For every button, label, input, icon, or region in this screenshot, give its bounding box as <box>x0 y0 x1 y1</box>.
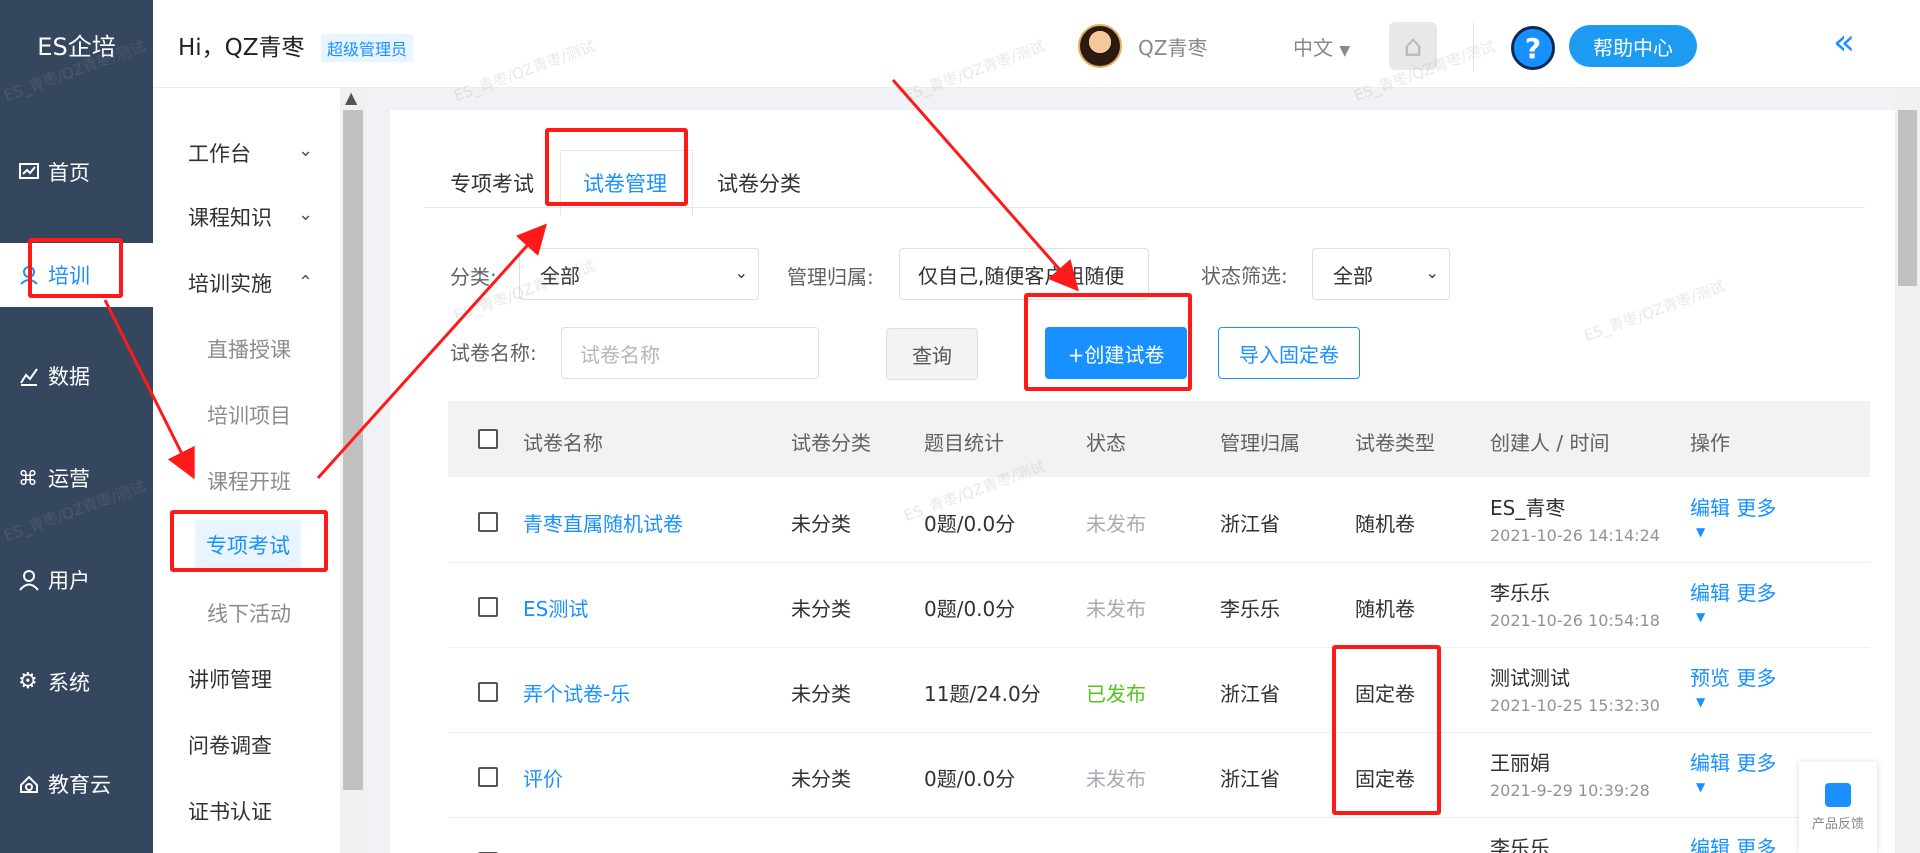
arrow-training-to-exam <box>103 299 195 480</box>
arrow-to-create <box>891 79 1079 292</box>
feedback-icon <box>1825 783 1851 807</box>
feedback-label: 产品反馈 <box>1811 817 1864 832</box>
feedback-widget[interactable]: 产品反馈 <box>1799 762 1877 853</box>
annotation-arrows <box>103 79 1079 480</box>
arrow-exam-to-tab <box>316 223 548 480</box>
